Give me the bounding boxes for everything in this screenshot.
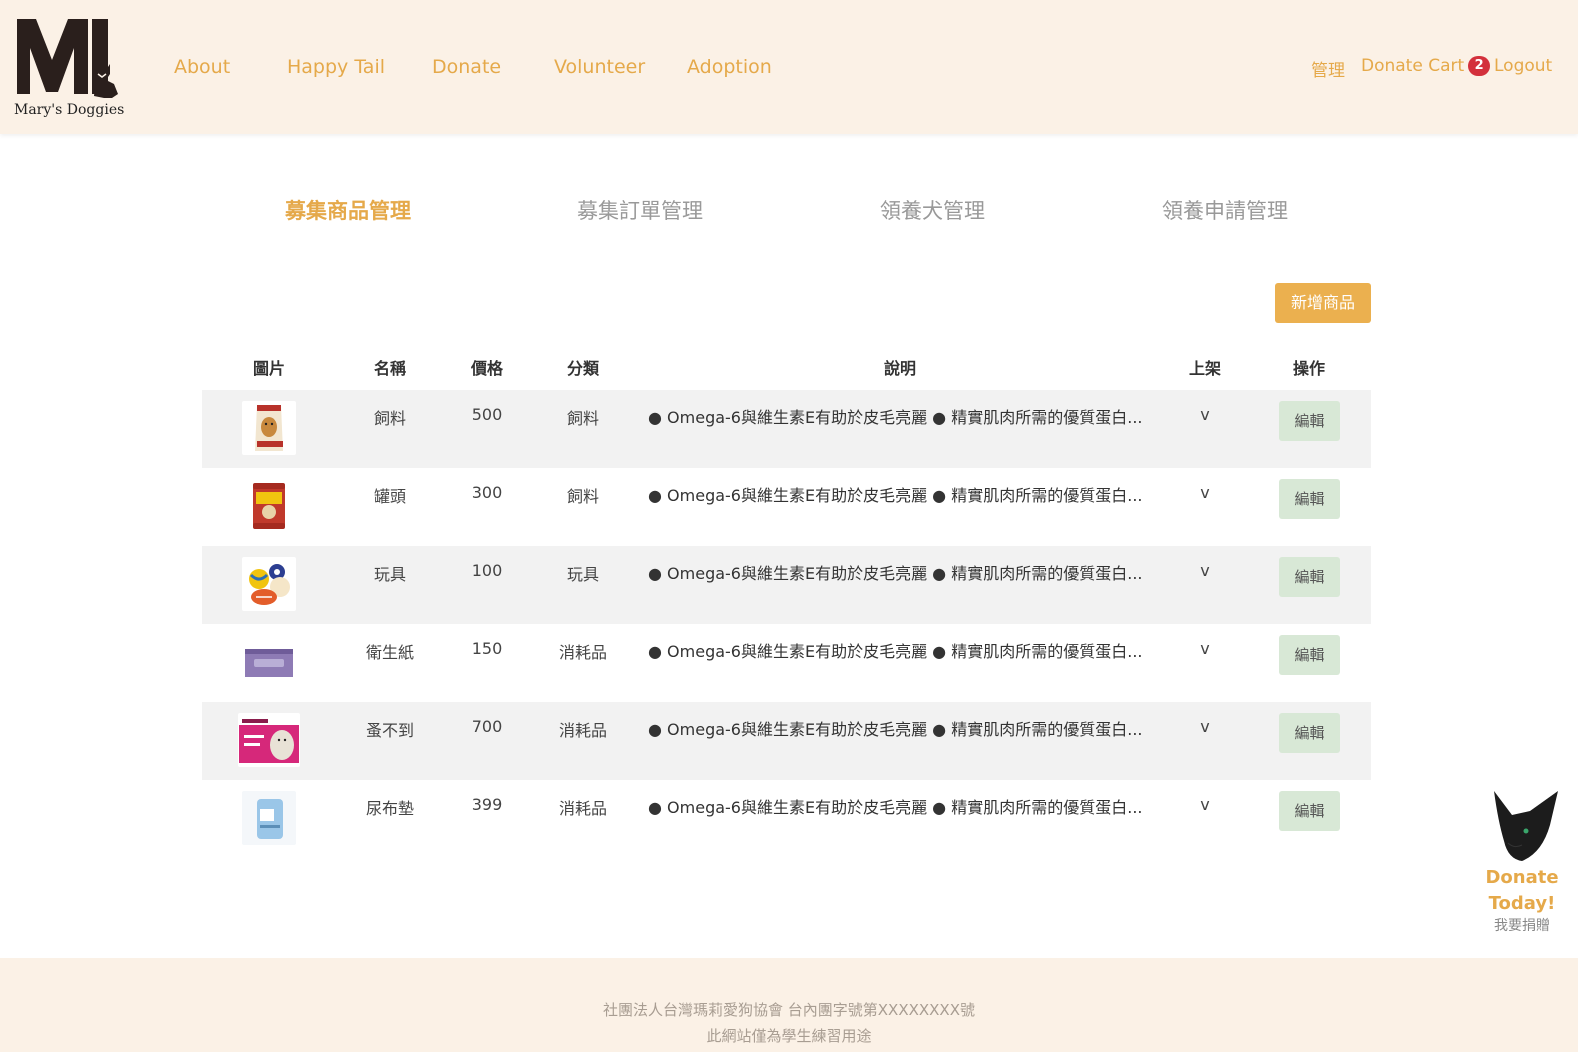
item-name: 衛生紙: [365, 643, 415, 662]
tab-adoption-applications[interactable]: 領養申請管理: [1162, 195, 1288, 225]
edit-button[interactable]: 編輯: [1279, 635, 1340, 675]
donate-title-line2: Today!: [1488, 893, 1556, 914]
footer-org-info: 社團法人台灣瑪莉愛狗協會 台內團字號第XXXXXXXX號: [603, 1001, 975, 1019]
table-header: 圖片 名稱 價格 分類 說明 上架 操作: [202, 345, 1371, 390]
edit-button[interactable]: 編輯: [1279, 479, 1340, 519]
header-listed: 上架: [1188, 359, 1222, 378]
item-category: 消耗品: [558, 643, 608, 662]
item-category: 玩具: [566, 565, 600, 584]
tab-donation-items[interactable]: 募集商品管理: [285, 195, 411, 225]
table-row: 尿布墊 399 消耗品 ● Omega-6與維生素E有助於皮毛亮麗 ● 精實肌肉…: [202, 780, 1371, 858]
nav-about[interactable]: About: [174, 56, 230, 78]
item-category: 消耗品: [558, 799, 608, 818]
items-table: 圖片 名稱 價格 分類 說明 上架 操作 飼料 500 飼料 ● Omega-6…: [202, 345, 1371, 858]
tissue-box-image: [242, 635, 296, 689]
site-footer: 社團法人台灣瑪莉愛狗協會 台內團字號第XXXXXXXX號 此網站僅為學生練習用途: [0, 958, 1578, 1052]
logo-text: Mary's Doggies: [14, 102, 125, 118]
donate-today-widget[interactable]: Donate Today! 我要捐贈: [1478, 785, 1566, 935]
flea-treatment-box-image: [238, 713, 300, 767]
item-price: 100: [471, 561, 503, 580]
cart-count-badge: 2: [1468, 56, 1491, 76]
header-price: 價格: [470, 359, 504, 378]
item-category: 飼料: [566, 409, 600, 428]
item-category: 消耗品: [558, 721, 608, 740]
dog-food-bag-image: [242, 401, 296, 455]
item-description: ● Omega-6與維生素E有助於皮毛亮麗 ● 精實肌肉所需的優質蛋白...: [648, 798, 1143, 817]
site-header: Mary's Doggies About Happy Tail Donate V…: [0, 0, 1578, 134]
item-price: 700: [471, 717, 503, 736]
tab-donation-orders[interactable]: 募集訂單管理: [577, 195, 703, 225]
add-item-button[interactable]: 新增商品: [1275, 283, 1371, 323]
table-row: 衛生紙 150 消耗品 ● Omega-6與維生素E有助於皮毛亮麗 ● 精實肌肉…: [202, 624, 1371, 702]
edit-button[interactable]: 編輯: [1279, 401, 1340, 441]
donate-title-line1: Donate: [1485, 867, 1559, 888]
nav-logout[interactable]: Logout: [1494, 56, 1552, 76]
dog-food-can-image: [242, 479, 296, 533]
item-description: ● Omega-6與維生素E有助於皮毛亮麗 ● 精實肌肉所需的優質蛋白...: [648, 486, 1143, 505]
table-row: 玩具 100 玩具 ● Omega-6與維生素E有助於皮毛亮麗 ● 精實肌肉所需…: [202, 546, 1371, 624]
dog-head-icon: [1494, 791, 1558, 861]
table-row: 飼料 500 飼料 ● Omega-6與維生素E有助於皮毛亮麗 ● 精實肌肉所需…: [202, 390, 1371, 468]
tab-adoption-dogs[interactable]: 領養犬管理: [880, 195, 985, 225]
header-image: 圖片: [252, 359, 286, 378]
item-price: 300: [471, 483, 503, 502]
header-actions: 操作: [1292, 359, 1326, 378]
header-category: 分類: [566, 359, 600, 378]
item-description: ● Omega-6與維生素E有助於皮毛亮麗 ● 精實肌肉所需的優質蛋白...: [648, 720, 1143, 739]
item-listed: v: [1200, 795, 1210, 814]
item-description: ● Omega-6與維生素E有助於皮毛亮麗 ● 精實肌肉所需的優質蛋白...: [648, 642, 1143, 661]
donate-subtitle: 我要捐贈: [1494, 918, 1550, 934]
item-price: 399: [471, 795, 503, 814]
nav-admin[interactable]: 管理: [1311, 56, 1345, 81]
item-description: ● Omega-6與維生素E有助於皮毛亮麗 ● 精實肌肉所需的優質蛋白...: [648, 408, 1143, 427]
item-price: 500: [471, 405, 503, 424]
table-row: 罐頭 300 飼料 ● Omega-6與維生素E有助於皮毛亮麗 ● 精實肌肉所需…: [202, 468, 1371, 546]
footer-disclaimer: 此網站僅為學生練習用途: [706, 1027, 872, 1045]
nav-happy-tail[interactable]: Happy Tail: [287, 56, 385, 78]
donate-title: Donate Today!: [1478, 865, 1566, 917]
item-name: 蚤不到: [365, 721, 415, 740]
item-price: 150: [471, 639, 503, 658]
nav-adoption[interactable]: Adoption: [687, 56, 772, 78]
table-row: 蚤不到 700 消耗品 ● Omega-6與維生素E有助於皮毛亮麗 ● 精實肌肉…: [202, 702, 1371, 780]
site-logo[interactable]: Mary's Doggies: [14, 14, 125, 122]
donate-cart-label: Donate Cart: [1361, 56, 1465, 76]
item-listed: v: [1200, 405, 1210, 424]
item-name: 玩具: [373, 565, 407, 584]
item-listed: v: [1200, 561, 1210, 580]
nav-donate-cart[interactable]: Donate Cart 2: [1361, 56, 1491, 76]
header-description: 說明: [883, 359, 917, 378]
item-listed: v: [1200, 483, 1210, 502]
item-description: ● Omega-6與維生素E有助於皮毛亮麗 ● 精實肌肉所需的優質蛋白...: [648, 564, 1143, 583]
pee-pad-pack-image: [242, 791, 296, 845]
item-name: 尿布墊: [365, 799, 415, 818]
dog-toy-balls-image: [242, 557, 296, 611]
edit-button[interactable]: 編輯: [1279, 557, 1340, 597]
item-category: 飼料: [566, 487, 600, 506]
edit-button[interactable]: 編輯: [1279, 791, 1340, 831]
item-name: 罐頭: [373, 487, 407, 506]
item-name: 飼料: [373, 409, 407, 428]
logo-m-dog-icon: [17, 19, 118, 98]
edit-button[interactable]: 編輯: [1279, 713, 1340, 753]
item-listed: v: [1200, 639, 1210, 658]
nav-volunteer[interactable]: Volunteer: [554, 56, 645, 78]
header-name: 名稱: [373, 359, 407, 378]
item-listed: v: [1200, 717, 1210, 736]
nav-donate[interactable]: Donate: [432, 56, 501, 78]
